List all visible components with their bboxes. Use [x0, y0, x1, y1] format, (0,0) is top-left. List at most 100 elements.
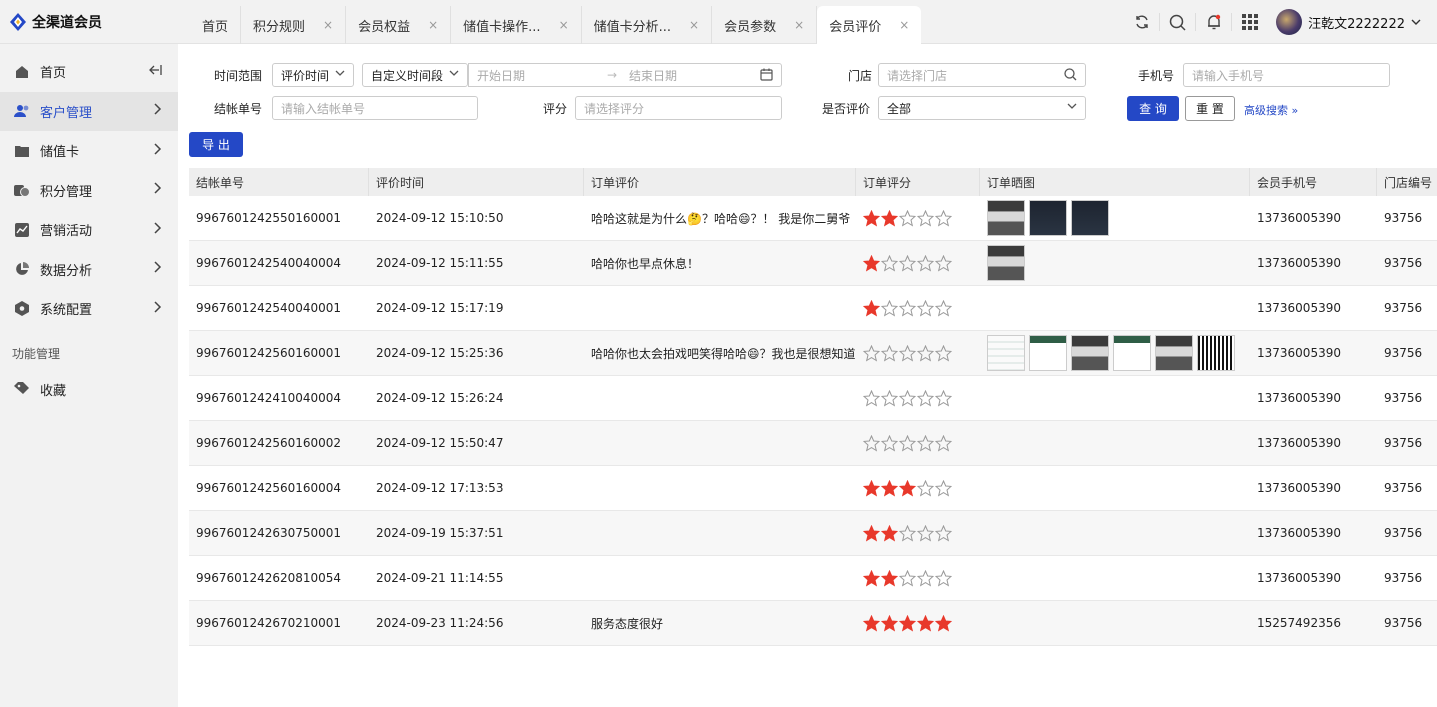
cell-store-no: 93756	[1384, 616, 1423, 630]
table-row[interactable]: 9967601242560160004 2024-09-12 17:13:53 13…	[189, 466, 1437, 511]
star-empty-icon	[917, 344, 934, 362]
cell-score	[856, 331, 980, 375]
date-range-picker[interactable]: 开始日期 → 结束日期	[468, 63, 782, 87]
star-empty-icon	[899, 209, 916, 227]
collapse-sidebar-icon[interactable]	[148, 64, 162, 80]
star-filled-icon	[863, 254, 880, 272]
cell-review-time: 2024-09-12 15:10:50	[376, 211, 504, 225]
sidebar-item-stored-card[interactable]: 储值卡	[0, 131, 178, 171]
tab-points-rules[interactable]: 积分规则 ×	[241, 6, 347, 44]
reset-button[interactable]: 重 置	[1185, 96, 1235, 121]
tab-member-reviews[interactable]: 会员评价 ×	[817, 6, 922, 44]
table-row[interactable]: 9967601242410040004 2024-09-12 15:26:24 13…	[189, 376, 1437, 421]
col-review-time: 评价时间	[369, 168, 584, 196]
cell-images	[980, 331, 1250, 375]
star-rating	[863, 299, 952, 317]
star-empty-icon	[935, 479, 952, 497]
sidebar-item-marketing[interactable]: 营销活动	[0, 210, 178, 250]
table-row[interactable]: 9967601242540040004 2024-09-12 15:11:55 哈哈…	[189, 241, 1437, 286]
table-row[interactable]: 9967601242560160002 2024-09-12 15:50:47 13…	[189, 421, 1437, 466]
start-date-input[interactable]: 开始日期	[477, 67, 607, 84]
star-empty-icon	[899, 389, 916, 407]
review-image-thumbnail[interactable]	[1197, 335, 1235, 371]
tab-close-icon[interactable]: ×	[689, 18, 699, 32]
cell-score	[856, 601, 980, 645]
star-empty-icon	[863, 389, 880, 407]
sidebar-item-analytics[interactable]: 数据分析	[0, 250, 178, 290]
sidebar-item-home[interactable]: 首页	[0, 52, 178, 92]
sidebar-item-favorites[interactable]: 收藏	[0, 370, 178, 410]
star-empty-icon	[935, 569, 952, 587]
rated-select[interactable]: 全部	[878, 96, 1086, 120]
phone-input[interactable]: 请输入手机号	[1183, 63, 1390, 87]
review-image-thumbnail[interactable]	[1071, 200, 1109, 236]
end-date-input[interactable]: 结束日期	[629, 67, 677, 84]
cell-phone: 13736005390	[1257, 256, 1341, 270]
review-image-thumbnail[interactable]	[1029, 200, 1067, 236]
export-button[interactable]: 导 出	[189, 132, 243, 157]
table-row[interactable]: 9967601242550160001 2024-09-12 15:10:50 哈哈…	[189, 196, 1437, 241]
cell-score	[856, 241, 980, 285]
user-menu[interactable]: 汪乾文2222222	[1276, 9, 1421, 35]
time-type-select[interactable]: 评价时间	[272, 63, 354, 87]
table-row[interactable]: 9967601242560160001 2024-09-12 15:25:36 哈哈…	[189, 331, 1437, 376]
cell-score	[856, 196, 980, 240]
table-row[interactable]: 9967601242630750001 2024-09-19 15:37:51 13…	[189, 511, 1437, 556]
tab-close-icon[interactable]: ×	[428, 18, 438, 32]
store-select[interactable]: 请选择门店	[878, 63, 1086, 87]
chevron-down-icon	[1067, 101, 1077, 114]
table-row[interactable]: 9967601242540040001 2024-09-12 15:17:19 13…	[189, 286, 1437, 331]
tab-home[interactable]: 首页	[190, 6, 242, 44]
star-filled-icon	[863, 524, 880, 542]
star-empty-icon	[917, 209, 934, 227]
app-logo[interactable]: 全渠道会员	[10, 12, 102, 32]
review-image-thumbnail[interactable]	[1155, 335, 1193, 371]
chevron-right-icon	[154, 182, 162, 198]
review-image-thumbnail[interactable]	[1029, 335, 1067, 371]
tab-close-icon[interactable]: ×	[794, 18, 804, 32]
tab-close-icon[interactable]: ×	[323, 18, 333, 32]
cell-images	[980, 241, 1250, 285]
sidebar-item-customers[interactable]: 客户管理	[0, 91, 178, 131]
advanced-search-link[interactable]: 高级搜索 »	[1244, 102, 1298, 118]
review-image-thumbnail[interactable]	[987, 335, 1025, 371]
col-phone: 会员手机号	[1250, 168, 1377, 196]
apps-grid-icon[interactable]	[1232, 13, 1268, 31]
score-select[interactable]: 请选择评分	[575, 96, 782, 120]
tab-stored-card-ops[interactable]: 储值卡操作... ×	[451, 6, 582, 44]
cell-review-text	[584, 421, 856, 465]
review-image-thumbnail[interactable]	[1071, 335, 1109, 371]
order-no-input[interactable]: 请输入结帐单号	[272, 96, 478, 120]
review-image-thumbnail[interactable]	[987, 245, 1025, 281]
cell-score	[856, 556, 980, 600]
tab-close-icon[interactable]: ×	[559, 18, 569, 32]
cell-order-no: 9967601242550160001	[196, 211, 342, 225]
sidebar-item-points[interactable]: 积分管理	[0, 171, 178, 211]
tab-member-params[interactable]: 会员参数 ×	[712, 6, 818, 44]
cell-review-text: 哈哈你也太会拍戏吧笑得哈哈😄？我也是很想知道	[591, 346, 856, 361]
cell-review-text	[584, 466, 856, 510]
chevron-right-icon	[154, 301, 162, 317]
tab-stored-card-analysis[interactable]: 储值卡分析... ×	[582, 6, 713, 44]
bell-icon[interactable]	[1196, 13, 1233, 31]
review-image-thumbnail[interactable]	[1113, 335, 1151, 371]
tab-close-icon[interactable]: ×	[899, 18, 909, 32]
refresh-icon[interactable]	[1124, 13, 1161, 31]
sidebar-item-system[interactable]: 系统配置	[0, 289, 178, 329]
col-store-no: 门店编号	[1384, 175, 1433, 190]
cell-store-no: 93756	[1384, 211, 1423, 225]
card-icon	[14, 143, 30, 159]
search-icon[interactable]	[1160, 13, 1197, 31]
tab-member-benefits[interactable]: 会员权益 ×	[346, 6, 452, 44]
star-filled-icon	[899, 614, 916, 632]
col-images: 订单晒图	[980, 168, 1250, 196]
star-empty-icon	[899, 434, 916, 452]
cell-review-text	[584, 511, 856, 555]
review-image-thumbnail[interactable]	[987, 200, 1025, 236]
query-button[interactable]: 查 询	[1127, 96, 1179, 121]
table-row[interactable]: 9967601242670210001 2024-09-23 11:24:56 服务…	[189, 601, 1437, 646]
time-mode-select[interactable]: 自定义时间段	[362, 63, 468, 87]
cell-store-no: 93756	[1384, 526, 1423, 540]
calendar-icon[interactable]	[760, 68, 773, 84]
table-row[interactable]: 9967601242620810054 2024-09-21 11:14:55 13…	[189, 556, 1437, 601]
